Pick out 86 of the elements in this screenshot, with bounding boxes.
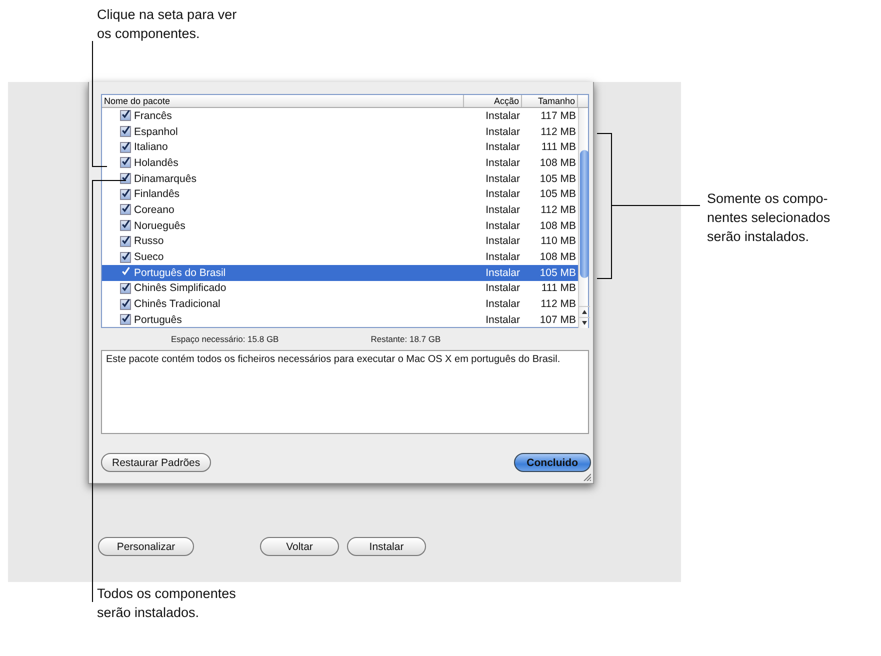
table-cell-text: Instalar [484, 266, 521, 279]
default-button[interactable]: Concluido [514, 453, 591, 472]
checkbox[interactable] [120, 282, 131, 294]
checkbox[interactable] [120, 204, 131, 216]
package-name: Chinês Tradicional [134, 298, 220, 310]
table-cell-text: 112 MB [540, 126, 577, 138]
table-cell-text: Instalar [484, 314, 521, 326]
table-cell-text: 108 MB [538, 220, 577, 232]
column-header[interactable]: Tamanho [522, 95, 578, 107]
table-row[interactable]: Francês Instalar 117 MB [102, 108, 578, 124]
checkbox[interactable] [120, 298, 131, 310]
table-cell-text: Instalar [484, 235, 521, 248]
table-cell-text: Instalar [484, 298, 521, 310]
space-remaining: Restante: 18.7 GB [370, 334, 441, 344]
table-row[interactable]: Sueco Instalar 108 MB [102, 249, 578, 265]
callout-text: Todos os componentes serão instalados. [97, 585, 237, 622]
package-name: Português [134, 314, 182, 326]
column-header[interactable]: Nome do pacote [102, 95, 464, 107]
checkbox[interactable] [120, 188, 131, 200]
package-name: Coreano [134, 204, 174, 216]
table-row[interactable]: Português Instalar 107 MB [102, 312, 578, 328]
button[interactable]: Personalizar [98, 537, 194, 556]
table-row[interactable]: Espanhol Instalar 112 MB [102, 124, 578, 140]
callout-text: Clique na seta para ver os componentes. [97, 6, 238, 43]
table-cell-text: Instalar [484, 156, 521, 169]
checkbox[interactable] [120, 110, 131, 122]
table-cell-text: 110 MB [540, 235, 577, 248]
package-name: Dinamarquês [134, 172, 196, 185]
table-cell-text: 117 MB [540, 110, 577, 122]
checkbox[interactable] [120, 314, 131, 326]
table-cell-text: 112 MB [540, 204, 577, 216]
package-name: Italiano [134, 141, 168, 154]
table-cell-text: Instalar [484, 204, 521, 216]
table-row[interactable]: Norueguês Instalar 108 MB [102, 218, 578, 234]
column-header[interactable]: Acção [464, 95, 522, 107]
package-name: Chinês Simplificado [134, 282, 226, 294]
button[interactable]: Voltar [260, 537, 339, 556]
checkbox[interactable] [120, 252, 131, 263]
table-cell-text: 105 MB [538, 188, 577, 200]
checkbox[interactable] [120, 173, 131, 184]
package-name: Espanhol [134, 126, 178, 138]
table-row[interactable]: Chinês Tradicional Instalar 112 MB [102, 296, 578, 312]
table-row[interactable]: Chinês Simplificado Instalar 111 MB [102, 280, 578, 296]
checkbox[interactable] [120, 126, 131, 138]
checkbox[interactable] [120, 157, 131, 168]
table-cell-text: Instalar [484, 141, 521, 154]
table-row[interactable]: Russo Instalar 110 MB [102, 234, 578, 250]
package-name: Russo [134, 235, 164, 248]
table-cell-text: 105 MB [538, 172, 577, 185]
button[interactable]: Instalar [347, 537, 426, 556]
space-required: Espaço necessário: 15.8 GB [171, 334, 279, 344]
table-cell-text: 108 MB [538, 251, 577, 264]
package-name: Holandês [134, 156, 178, 169]
table-row[interactable]: Dinamarquês Instalar 105 MB [102, 170, 578, 186]
table-cell-text: Instalar [484, 126, 521, 138]
table-cell-text: 111 MB [540, 141, 577, 154]
package-name: Francês [134, 110, 172, 122]
package-name: Finlandês [134, 188, 180, 200]
checkbox[interactable] [120, 142, 131, 153]
description-box: Este pacote contém todos os ficheiros necessários para executar o Mac OS X em português do Brasil. [101, 350, 589, 434]
table-cell-text: 107 MB [538, 314, 577, 326]
table-cell-text: 112 MB [540, 298, 577, 310]
package-name: Norueguês [134, 220, 186, 232]
checkbox[interactable] [120, 267, 131, 278]
table-row[interactable]: Coreano Instalar 112 MB [102, 202, 578, 218]
table-cell-text: 108 MB [538, 156, 577, 169]
table-cell-text: Instalar [484, 188, 521, 200]
table-cell-text: 105 MB [538, 266, 577, 279]
table-cell-text: Instalar [484, 110, 521, 122]
scroll-bar[interactable] [578, 108, 588, 328]
table-row[interactable]: Finlandês Instalar 105 MB [102, 186, 578, 202]
callout-text: Somente os compo-nentes selecionados serão instalados. [707, 190, 832, 246]
package-name: Sueco [134, 251, 164, 264]
table-cell-text: Instalar [484, 282, 521, 294]
table-cell-text: 111 MB [540, 282, 577, 294]
table-row[interactable]: Holandês Instalar 108 MB [102, 155, 578, 171]
table-row[interactable]: Italiano Instalar 111 MB [102, 139, 578, 156]
checkbox[interactable] [120, 220, 131, 232]
table-cell-text: Instalar [484, 220, 521, 232]
table-cell-text: Instalar [484, 251, 521, 264]
selected-row[interactable]: Português do Brasil Instalar 105 MB [102, 264, 578, 281]
resize-grip-icon[interactable] [583, 473, 591, 481]
checkbox[interactable] [120, 236, 131, 247]
button[interactable]: Restaurar Padrões [101, 453, 212, 472]
package-name: Português do Brasil [134, 266, 226, 279]
table-cell-text: Instalar [484, 172, 521, 185]
